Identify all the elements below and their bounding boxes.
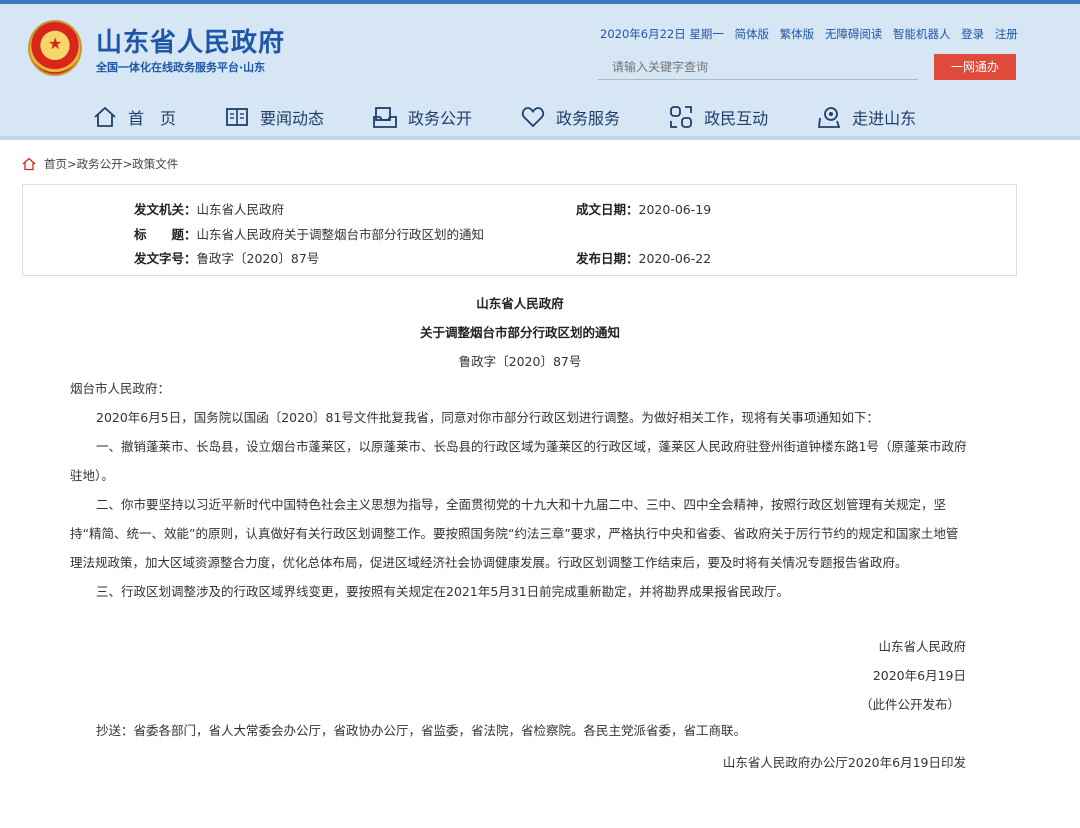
meta-date-label: 成文日期： [576, 202, 639, 217]
home-icon [92, 104, 118, 130]
meta-issuer-label: 发文机关： [134, 202, 197, 217]
book-icon [224, 104, 250, 130]
top-links-bar: 2020年6月22日 星期一 简体版 繁体版 无障碍阅读 智能机器人 登录 注册 [600, 26, 1025, 42]
document-issuer-heading: 山东省人民政府 [476, 296, 564, 311]
one-stop-service-button[interactable]: 一网通办 [934, 54, 1016, 80]
header-divider [0, 136, 1080, 140]
nav-item-services[interactable]: 政务服务 [520, 100, 620, 134]
inbox-icon [372, 104, 398, 130]
document-meta-box: 发文机关：山东省人民政府 成文日期：2020-06-19 标 题：山东省人民政府… [22, 184, 1017, 276]
document-body: 烟台市人民政府： 2020年6月5日，国务院以国函〔2020〕81号文件批复我省… [70, 374, 970, 606]
paragraph-item-3: 三、行政区划调整涉及的行政区域界线变更，要按照有关规定在2021年5月31日前完… [96, 584, 790, 599]
link-accessible[interactable]: 无障碍阅读 [825, 27, 883, 41]
breadcrumb: 首页>政务公开>政策文件 [22, 156, 178, 172]
meta-number-value: 鲁政字〔2020〕87号 [196, 251, 320, 266]
link-traditional[interactable]: 繁体版 [780, 27, 815, 41]
meta-publish-label: 发布日期： [576, 251, 639, 266]
document-addressee: 烟台市人民政府： [70, 381, 171, 396]
nav-item-news[interactable]: 要闻动态 [224, 100, 324, 134]
meta-number: 发文字号：鲁政字〔2020〕87号 [134, 248, 319, 267]
nav-label: 政务公开 [408, 109, 473, 128]
public-release-note: （此件公开发布） [859, 697, 960, 712]
nav-item-interaction[interactable]: 政民互动 [668, 100, 768, 134]
site-title[interactable]: 山东省人民政府 [96, 22, 285, 59]
signature-org: 山东省人民政府 [878, 639, 966, 654]
cc-list: 抄送：省委各部门，省人大常委会办公厅，省政协办公厅，省监委，省法院，省检察院。各… [96, 723, 747, 738]
link-register[interactable]: 注册 [995, 27, 1018, 41]
meta-title: 标 题：山东省人民政府关于调整烟台市部分行政区划的通知 [134, 224, 484, 243]
main-nav: 首 页 要闻动态 政务公开 政务服务 政民互动 走进山东 [92, 100, 964, 134]
print-info: 山东省人民政府办公厅2020年6月19日印发 [722, 755, 966, 770]
nav-label: 政务服务 [556, 109, 621, 128]
link-login[interactable]: 登录 [961, 27, 984, 41]
paragraph-item-1: 一、撤销蓬莱市、长岛县，设立烟台市蓬莱区，以原蓬莱市、长岛县的行政区域为蓬莱区的… [70, 439, 967, 483]
nav-label: 首 页 [128, 109, 177, 128]
link-robot[interactable]: 智能机器人 [893, 27, 951, 41]
search-underline [598, 79, 918, 80]
signature-date: 2020年6月19日 [872, 668, 966, 683]
meta-date-value: 2020-06-19 [638, 202, 712, 217]
meta-date: 成文日期：2020-06-19 [576, 199, 711, 218]
document-number: 鲁政字〔2020〕87号 [458, 354, 582, 369]
nav-item-about-shandong[interactable]: 走进山东 [816, 100, 916, 134]
document-title: 关于调整烟台市部分行政区划的通知 [419, 325, 620, 340]
nav-item-home[interactable]: 首 页 [92, 100, 176, 134]
meta-issuer-value: 山东省人民政府 [196, 202, 285, 217]
nav-label: 政民互动 [704, 109, 769, 128]
nav-item-open-gov[interactable]: 政务公开 [372, 100, 472, 134]
map-pin-icon [816, 104, 842, 130]
meta-publish-value: 2020-06-22 [638, 251, 712, 266]
nav-label: 要闻动态 [260, 109, 325, 128]
breadcrumb-home-icon[interactable] [22, 157, 36, 171]
meta-title-value: 山东省人民政府关于调整烟台市部分行政区划的通知 [196, 227, 485, 242]
meta-title-label: 标 题： [134, 227, 197, 242]
chat-icon [668, 104, 694, 130]
breadcrumb-path[interactable]: 首页>政务公开>政策文件 [44, 156, 178, 172]
national-emblem-icon: ★ [28, 20, 82, 76]
meta-issuer: 发文机关：山东省人民政府 [134, 199, 284, 218]
meta-number-label: 发文字号： [134, 251, 197, 266]
link-simplified[interactable]: 简体版 [735, 27, 770, 41]
current-date: 2020年6月22日 星期一 [600, 27, 724, 41]
paragraph-item-2: 二、你市要坚持以习近平新时代中国特色社会主义思想为指导，全面贯彻党的十九大和十九… [70, 497, 959, 570]
nav-label: 走进山东 [852, 109, 917, 128]
heart-icon [520, 104, 546, 130]
paragraph-intro: 2020年6月5日，国务院以国函〔2020〕81号文件批复我省，同意对你市部分行… [96, 410, 879, 425]
meta-publish: 发布日期：2020-06-22 [576, 248, 711, 267]
search-input[interactable] [612, 58, 912, 76]
site-subtitle[interactable]: 全国一体化在线政务服务平台·山东 [96, 59, 265, 75]
site-header: ★ 山东省人民政府 全国一体化在线政务服务平台·山东 2020年6月22日 星期… [0, 0, 1080, 140]
